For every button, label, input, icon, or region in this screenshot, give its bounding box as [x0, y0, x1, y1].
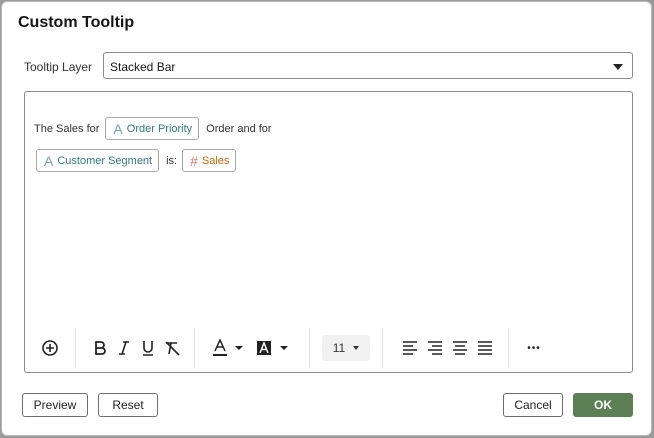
sales-measure-chip[interactable]: # Sales: [182, 149, 237, 172]
font-size-value: 11: [332, 341, 346, 355]
align-left-icon[interactable]: [399, 335, 421, 361]
order-priority-chip[interactable]: A Order Priority: [105, 117, 200, 140]
editor-text: is:: [166, 154, 178, 167]
tooltip-layer-select[interactable]: Stacked Bar: [103, 52, 633, 79]
tooltip-editor[interactable]: The Sales for A Order Priority Order and…: [24, 91, 633, 373]
attribute-icon: A: [113, 120, 123, 137]
text-color-dropdown-icon[interactable]: [229, 335, 249, 361]
cancel-button[interactable]: Cancel: [503, 393, 563, 417]
highlight-color-dropdown-icon[interactable]: [273, 335, 295, 361]
more-icon[interactable]: •••: [523, 335, 545, 361]
align-center-icon[interactable]: [449, 335, 471, 361]
editor-text: The Sales for: [34, 122, 100, 135]
dropdown-caret-icon: [613, 64, 623, 70]
insert-icon[interactable]: [39, 335, 61, 361]
tooltip-layer-label: Tooltip Layer: [24, 60, 93, 74]
reset-button[interactable]: Reset: [98, 393, 158, 417]
chip-label: Order Priority: [126, 122, 193, 135]
formatting-toolbar: 11 •••: [39, 328, 545, 368]
italic-icon[interactable]: [114, 335, 134, 361]
bold-icon[interactable]: [90, 335, 110, 361]
chevron-down-icon: [353, 346, 360, 350]
toolbar-divider: [309, 328, 310, 368]
customer-segment-chip[interactable]: A Customer Segment: [36, 149, 160, 172]
highlight-color-icon[interactable]: [255, 335, 273, 361]
font-size-select[interactable]: 11: [322, 335, 370, 361]
clear-format-icon[interactable]: [162, 335, 182, 361]
tooltip-layer-value: Stacked Bar: [110, 60, 176, 74]
chip-label: Customer Segment: [57, 154, 153, 167]
toolbar-divider: [508, 328, 509, 368]
dialog-title: Custom Tooltip: [18, 14, 135, 31]
toolbar-divider: [75, 328, 76, 368]
underline-icon[interactable]: [138, 335, 158, 361]
toolbar-divider: [382, 328, 383, 368]
measure-icon: #: [190, 152, 198, 169]
attribute-icon: A: [44, 152, 54, 169]
editor-text: Order and for: [206, 122, 272, 135]
editor-line-2: A Customer Segment is: # Sales: [36, 149, 237, 172]
text-color-icon[interactable]: [211, 335, 229, 361]
toolbar-divider: [194, 328, 195, 368]
chip-label: Sales: [201, 154, 230, 167]
ok-button[interactable]: OK: [573, 393, 633, 417]
preview-button[interactable]: Preview: [22, 393, 88, 417]
justify-icon[interactable]: [474, 335, 496, 361]
editor-line-1: The Sales for A Order Priority Order and…: [34, 117, 277, 140]
align-right-icon[interactable]: [424, 335, 446, 361]
custom-tooltip-dialog: Custom Tooltip Tooltip Layer Stacked Bar…: [1, 1, 652, 436]
